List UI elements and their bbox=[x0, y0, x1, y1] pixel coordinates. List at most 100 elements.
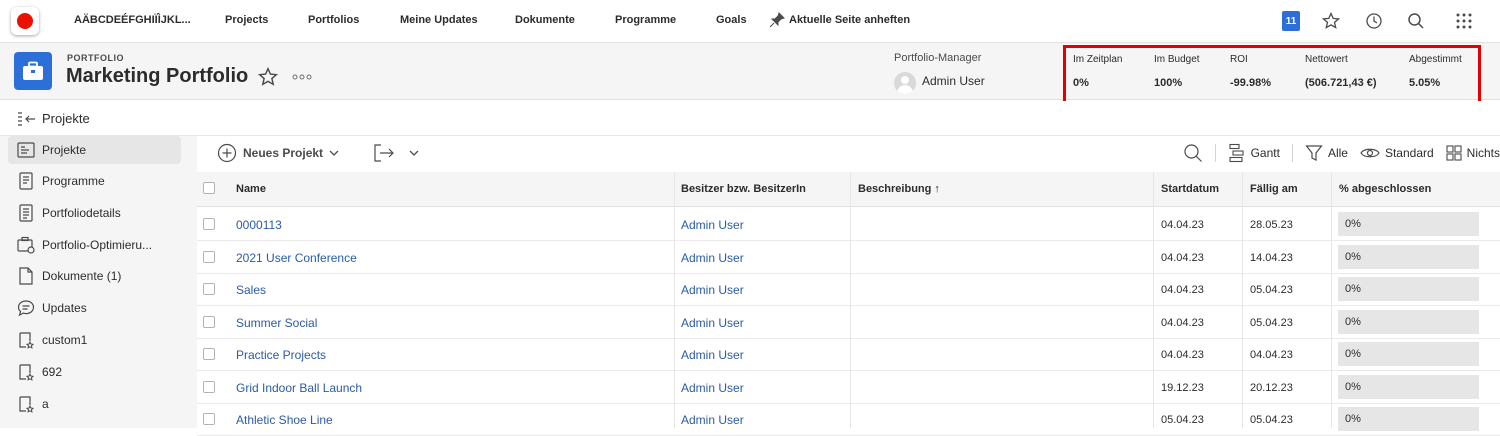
filter-button[interactable]: Alle bbox=[1305, 144, 1348, 162]
sidebar-item-projects[interactable]: Projekte bbox=[8, 136, 181, 164]
top-navigation: AÄBCDEÉFGHIÏÌJKL... Projects Portfolios … bbox=[0, 0, 1500, 43]
sidebar-item-programs[interactable]: Programme bbox=[8, 167, 181, 195]
sidebar-item-692[interactable]: 692 bbox=[8, 358, 181, 386]
nav-account[interactable]: AÄBCDEÉFGHIÏÌJKL... bbox=[74, 14, 191, 26]
owner-link[interactable]: Admin User bbox=[681, 316, 744, 330]
project-name-link[interactable]: Summer Social bbox=[236, 316, 317, 330]
nav-documents[interactable]: Dokumente bbox=[515, 14, 575, 26]
owner-link[interactable]: Admin User bbox=[681, 218, 744, 232]
nav-portfolios[interactable]: Portfolios bbox=[308, 14, 359, 26]
metric-value: -99.98% bbox=[1230, 77, 1271, 89]
search-icon bbox=[1183, 144, 1202, 162]
view-label: Standard bbox=[1384, 146, 1434, 160]
export-button[interactable] bbox=[373, 143, 419, 163]
view-button[interactable]: Standard bbox=[1360, 146, 1434, 160]
sidebar-item-label: Dokumente (1) bbox=[42, 269, 122, 283]
sidebar: Projekte Programme Portfoliodetails Port… bbox=[0, 136, 197, 428]
nav-programs[interactable]: Programme bbox=[615, 14, 676, 26]
column-header-due-date[interactable]: Fällig am bbox=[1250, 183, 1298, 195]
row-checkbox[interactable] bbox=[203, 250, 215, 263]
row-checkbox[interactable] bbox=[203, 380, 215, 393]
owner-link[interactable]: Admin User bbox=[681, 251, 744, 265]
sidebar-item-updates[interactable]: Updates bbox=[8, 294, 181, 322]
project-name-link[interactable]: Practice Projects bbox=[236, 348, 326, 362]
sidebar-item-label: Updates bbox=[42, 301, 87, 315]
percent-complete-value: 0% bbox=[1345, 348, 1361, 360]
page-title: Marketing Portfolio bbox=[66, 65, 249, 87]
app-grid-icon[interactable] bbox=[1454, 11, 1474, 31]
project-name-link[interactable]: 2021 User Conference bbox=[236, 251, 357, 265]
table-row[interactable]: 0000113 Admin User 04.04.23 28.05.23 0% bbox=[197, 208, 1500, 241]
column-divider bbox=[850, 172, 851, 428]
table-row[interactable]: Summer Social Admin User 04.04.23 05.04.23 0… bbox=[197, 306, 1500, 339]
gantt-button[interactable]: Gantt bbox=[1228, 143, 1280, 163]
column-header-name[interactable]: Name bbox=[236, 183, 266, 195]
search-icon[interactable] bbox=[1406, 11, 1426, 31]
table-row[interactable]: Practice Projects Admin User 04.04.23 04.04… bbox=[197, 338, 1500, 371]
project-name-link[interactable]: 0000113 bbox=[236, 218, 282, 232]
percent-complete-value: 0% bbox=[1345, 250, 1361, 263]
percent-complete-bar: 0% bbox=[1338, 212, 1479, 236]
start-date-cell: 04.04.23 bbox=[1161, 251, 1204, 264]
column-header-start-date[interactable]: Startdatum bbox=[1161, 183, 1219, 195]
percent-complete-value: 0% bbox=[1345, 283, 1361, 295]
start-date-cell: 19.12.23 bbox=[1161, 381, 1204, 394]
pin-page-label: Aktuelle Seite anheften bbox=[789, 14, 911, 26]
percent-complete-value: 0% bbox=[1345, 315, 1361, 328]
percent-complete-bar: 0% bbox=[1338, 374, 1479, 399]
due-date-cell: 05.04.23 bbox=[1250, 316, 1293, 329]
project-name-link[interactable]: Athletic Shoe Line bbox=[236, 413, 333, 427]
percent-complete-bar: 0% bbox=[1338, 309, 1479, 334]
percent-complete-value: 0% bbox=[1345, 218, 1361, 230]
owner-link[interactable]: Admin User bbox=[681, 283, 744, 297]
row-checkbox[interactable] bbox=[203, 348, 215, 360]
nav-my-updates[interactable]: Meine Updates bbox=[400, 14, 478, 26]
sidebar-item-documents[interactable]: Dokumente (1) bbox=[8, 262, 181, 290]
favorites-star-icon[interactable] bbox=[1321, 11, 1341, 31]
table-row[interactable]: Athletic Shoe Line Admin User 05.04.23 05.0… bbox=[197, 403, 1500, 436]
recent-history-icon[interactable] bbox=[1364, 11, 1384, 31]
column-header-description[interactable]: Beschreibung ↑ bbox=[858, 183, 940, 195]
portfolio-manager-name[interactable]: Admin User bbox=[922, 74, 985, 88]
filter-icon bbox=[1305, 145, 1323, 161]
nav-projects[interactable]: Projects bbox=[225, 14, 268, 26]
table-row[interactable]: Grid Indoor Ball Launch Admin User 19.12.2… bbox=[197, 371, 1500, 404]
sidebar-item-a[interactable]: a bbox=[8, 390, 181, 418]
metric-value: 100% bbox=[1154, 77, 1183, 89]
new-project-button[interactable]: Neues Projekt bbox=[217, 143, 339, 163]
project-name-link[interactable]: Grid Indoor Ball Launch bbox=[236, 381, 362, 395]
metric-label: ROI bbox=[1230, 54, 1248, 65]
collapse-sidebar-icon[interactable] bbox=[17, 111, 37, 132]
column-header-owner[interactable]: Besitzer bzw. BesitzerIn bbox=[681, 183, 806, 195]
table-row[interactable]: Sales Admin User 04.04.23 05.04.23 0% bbox=[197, 273, 1500, 306]
favorite-star-icon[interactable] bbox=[257, 66, 279, 93]
sidebar-item-portfolio-optimizer[interactable]: Portfolio-Optimieru... bbox=[8, 231, 181, 259]
row-checkbox[interactable] bbox=[203, 413, 215, 425]
owner-link[interactable]: Admin User bbox=[681, 413, 744, 427]
row-checkbox[interactable] bbox=[203, 283, 215, 295]
metric-label: Im Zeitplan bbox=[1073, 54, 1123, 65]
owner-link[interactable]: Admin User bbox=[681, 381, 744, 395]
more-options-icon[interactable] bbox=[292, 67, 312, 83]
notification-badge[interactable]: 11 bbox=[1282, 11, 1300, 31]
grouping-button[interactable]: Nichts bbox=[1446, 145, 1500, 161]
row-checkbox[interactable] bbox=[203, 218, 215, 230]
project-name-link[interactable]: Sales bbox=[236, 283, 266, 297]
select-all-checkbox[interactable] bbox=[203, 182, 215, 194]
workfront-logo-icon[interactable] bbox=[11, 7, 39, 35]
list-search-button[interactable] bbox=[1183, 143, 1203, 163]
sidebar-item-custom1[interactable]: custom1 bbox=[8, 326, 181, 354]
owner-link[interactable]: Admin User bbox=[681, 348, 744, 362]
projects-icon bbox=[16, 140, 36, 160]
table-row[interactable]: 2021 User Conference Admin User 04.04.23 14… bbox=[197, 241, 1500, 274]
row-checkbox[interactable] bbox=[203, 315, 215, 328]
sidebar-item-portfolio-details[interactable]: Portfoliodetails bbox=[8, 199, 181, 227]
nav-goals[interactable]: Goals bbox=[716, 14, 747, 26]
chevron-down-icon bbox=[329, 150, 339, 156]
column-divider bbox=[1153, 172, 1154, 428]
programs-icon bbox=[16, 171, 36, 191]
column-header-percent-complete[interactable]: % abgeschlossen bbox=[1339, 183, 1431, 195]
table-header: Name Besitzer bzw. BesitzerIn Beschreibu… bbox=[197, 172, 1500, 207]
metrics-highlight-box: Im Zeitplan 0% Im Budget 100% ROI -99.98… bbox=[1063, 45, 1481, 105]
pin-page-button[interactable]: Aktuelle Seite anheften bbox=[769, 12, 910, 28]
